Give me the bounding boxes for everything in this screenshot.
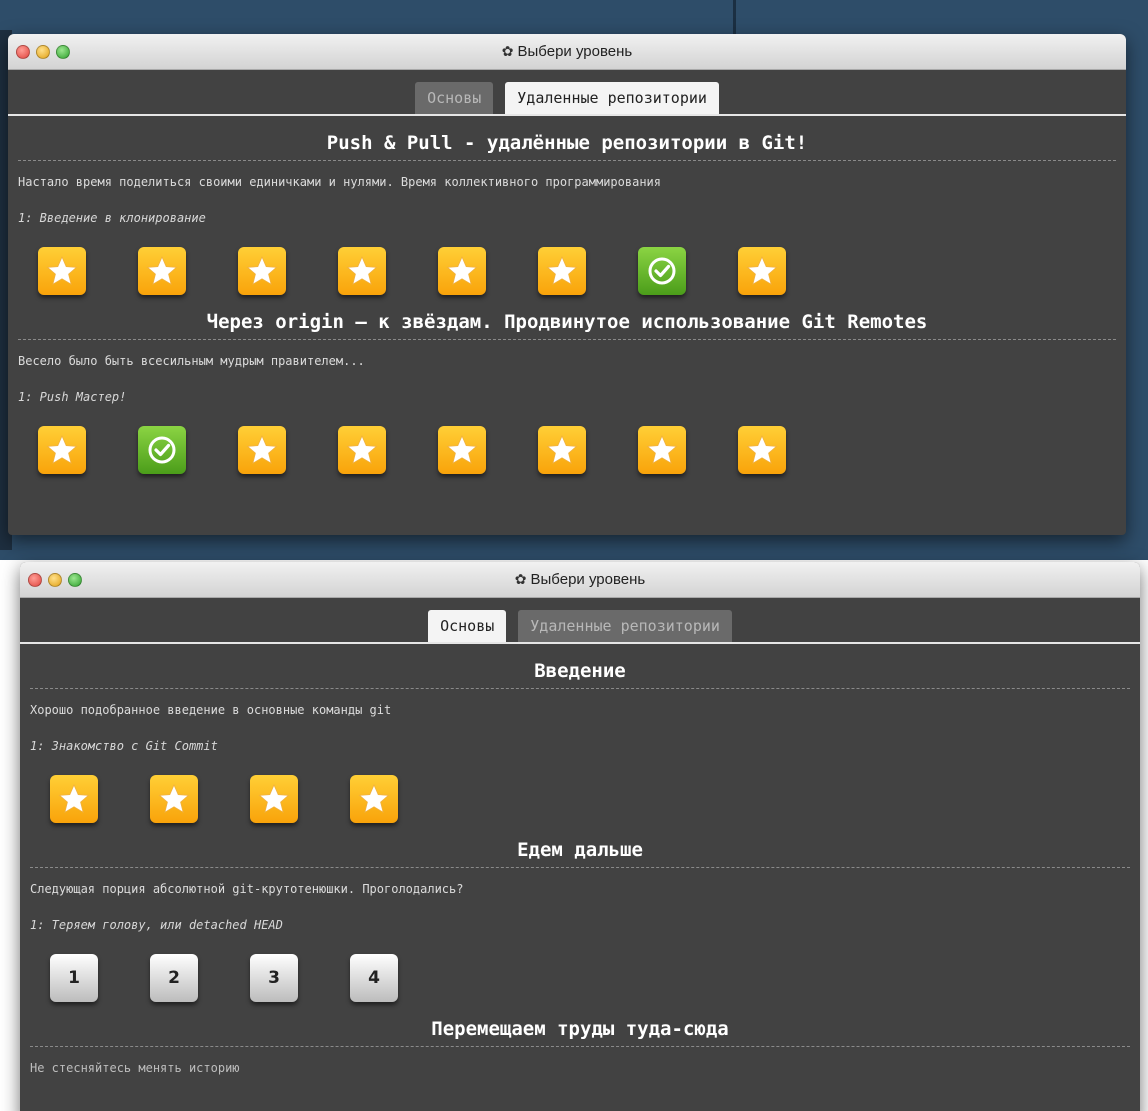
level-button-star-icon[interactable] bbox=[50, 775, 98, 823]
sequence-title: Едем дальше bbox=[30, 823, 1130, 868]
level-button-star-icon[interactable] bbox=[150, 775, 198, 823]
level-button-star-icon[interactable] bbox=[250, 775, 298, 823]
tab-bar: Основы Удаленные репозитории bbox=[8, 70, 1126, 116]
tab-bar: Основы Удаленные репозитории bbox=[20, 598, 1140, 644]
level-button-star-icon[interactable] bbox=[338, 426, 386, 474]
tab-remote-repositories[interactable]: Удаленные репозитории bbox=[518, 610, 732, 642]
level-button-star-icon[interactable] bbox=[738, 426, 786, 474]
level-button-number[interactable]: 3 bbox=[250, 954, 298, 1002]
level-select-window-remote: ✿ Выбери уровень Основы Удаленные репози… bbox=[8, 34, 1126, 535]
level-button-number[interactable]: 4 bbox=[350, 954, 398, 1002]
level-button-number[interactable]: 1 bbox=[50, 954, 98, 1002]
sequence-description: Хорошо подобранное введение в основные к… bbox=[30, 703, 392, 717]
sequence-list: Push & Pull - удалённые репозитории в Gi… bbox=[8, 116, 1126, 474]
window-titlebar[interactable]: ✿ Выбери уровень bbox=[20, 562, 1140, 598]
level-button-star-icon[interactable] bbox=[338, 247, 386, 295]
level-button-star-icon[interactable] bbox=[238, 426, 286, 474]
current-level-name: 1: Теряем голову, или detached HEAD bbox=[30, 918, 283, 932]
level-button-star-icon[interactable] bbox=[350, 775, 398, 823]
window-title: ✿ Выбери уровень bbox=[515, 571, 645, 588]
current-level-name: 1: Введение в клонирование bbox=[18, 211, 206, 225]
window-title: ✿ Выбери уровень bbox=[502, 43, 632, 60]
window-titlebar[interactable]: ✿ Выбери уровень bbox=[8, 34, 1126, 70]
level-button-check-icon[interactable] bbox=[638, 247, 686, 295]
close-button[interactable] bbox=[28, 573, 42, 587]
current-level-name: 1: Push Мастер! bbox=[18, 390, 127, 404]
window-title-text: Выбери уровень bbox=[530, 571, 646, 588]
gear-icon: ✿ bbox=[514, 571, 527, 587]
sequence-title: Push & Pull - удалённые репозитории в Gi… bbox=[18, 116, 1116, 161]
tab-remote-repositories[interactable]: Удаленные репозитории bbox=[505, 82, 719, 114]
desktop-divider bbox=[733, 0, 736, 36]
zoom-button[interactable] bbox=[68, 573, 82, 587]
level-icon-row bbox=[18, 225, 1116, 295]
level-button-star-icon[interactable] bbox=[438, 426, 486, 474]
level-button-number[interactable]: 2 bbox=[150, 954, 198, 1002]
tab-basics[interactable]: Основы bbox=[415, 82, 494, 114]
level-button-star-icon[interactable] bbox=[438, 247, 486, 295]
tab-basics[interactable]: Основы bbox=[428, 610, 507, 642]
sequence-title: Введение bbox=[30, 644, 1130, 689]
sequence-description: Весело было быть всесильным мудрым прави… bbox=[18, 354, 365, 368]
level-icon-row: 1 2 3 4 bbox=[30, 932, 1130, 1002]
level-button-star-icon[interactable] bbox=[138, 247, 186, 295]
sequence-description: Настало время поделиться своими единичка… bbox=[18, 175, 661, 189]
level-button-star-icon[interactable] bbox=[638, 426, 686, 474]
zoom-button[interactable] bbox=[56, 45, 70, 59]
close-button[interactable] bbox=[16, 45, 30, 59]
level-button-star-icon[interactable] bbox=[238, 247, 286, 295]
window-controls bbox=[16, 45, 70, 59]
sequence-description: Не стесняйтесь менять историю bbox=[30, 1061, 240, 1075]
level-select-window-basics: ✿ Выбери уровень Основы Удаленные репози… bbox=[20, 562, 1140, 1111]
level-button-star-icon[interactable] bbox=[38, 426, 86, 474]
sequence-list: Введение Хорошо подобранное введение в ос… bbox=[20, 644, 1140, 1075]
gear-icon: ✿ bbox=[501, 43, 514, 59]
level-button-star-icon[interactable] bbox=[38, 247, 86, 295]
level-icon-row bbox=[18, 404, 1116, 474]
sequence-description: Следующая порция абсолютной git-крутотен… bbox=[30, 882, 464, 896]
level-button-star-icon[interactable] bbox=[738, 247, 786, 295]
current-level-name: 1: Знакомство с Git Commit bbox=[30, 739, 218, 753]
sequence-title: Перемещаем труды туда-сюда bbox=[30, 1002, 1130, 1047]
minimize-button[interactable] bbox=[48, 573, 62, 587]
sequence-title: Через origin – к звёздам. Продвинутое ис… bbox=[18, 295, 1116, 340]
level-button-star-icon[interactable] bbox=[538, 426, 586, 474]
minimize-button[interactable] bbox=[36, 45, 50, 59]
window-controls bbox=[28, 573, 82, 587]
level-button-check-icon[interactable] bbox=[138, 426, 186, 474]
level-icon-row bbox=[30, 753, 1130, 823]
level-button-star-icon[interactable] bbox=[538, 247, 586, 295]
window-title-text: Выбери уровень bbox=[517, 43, 633, 60]
